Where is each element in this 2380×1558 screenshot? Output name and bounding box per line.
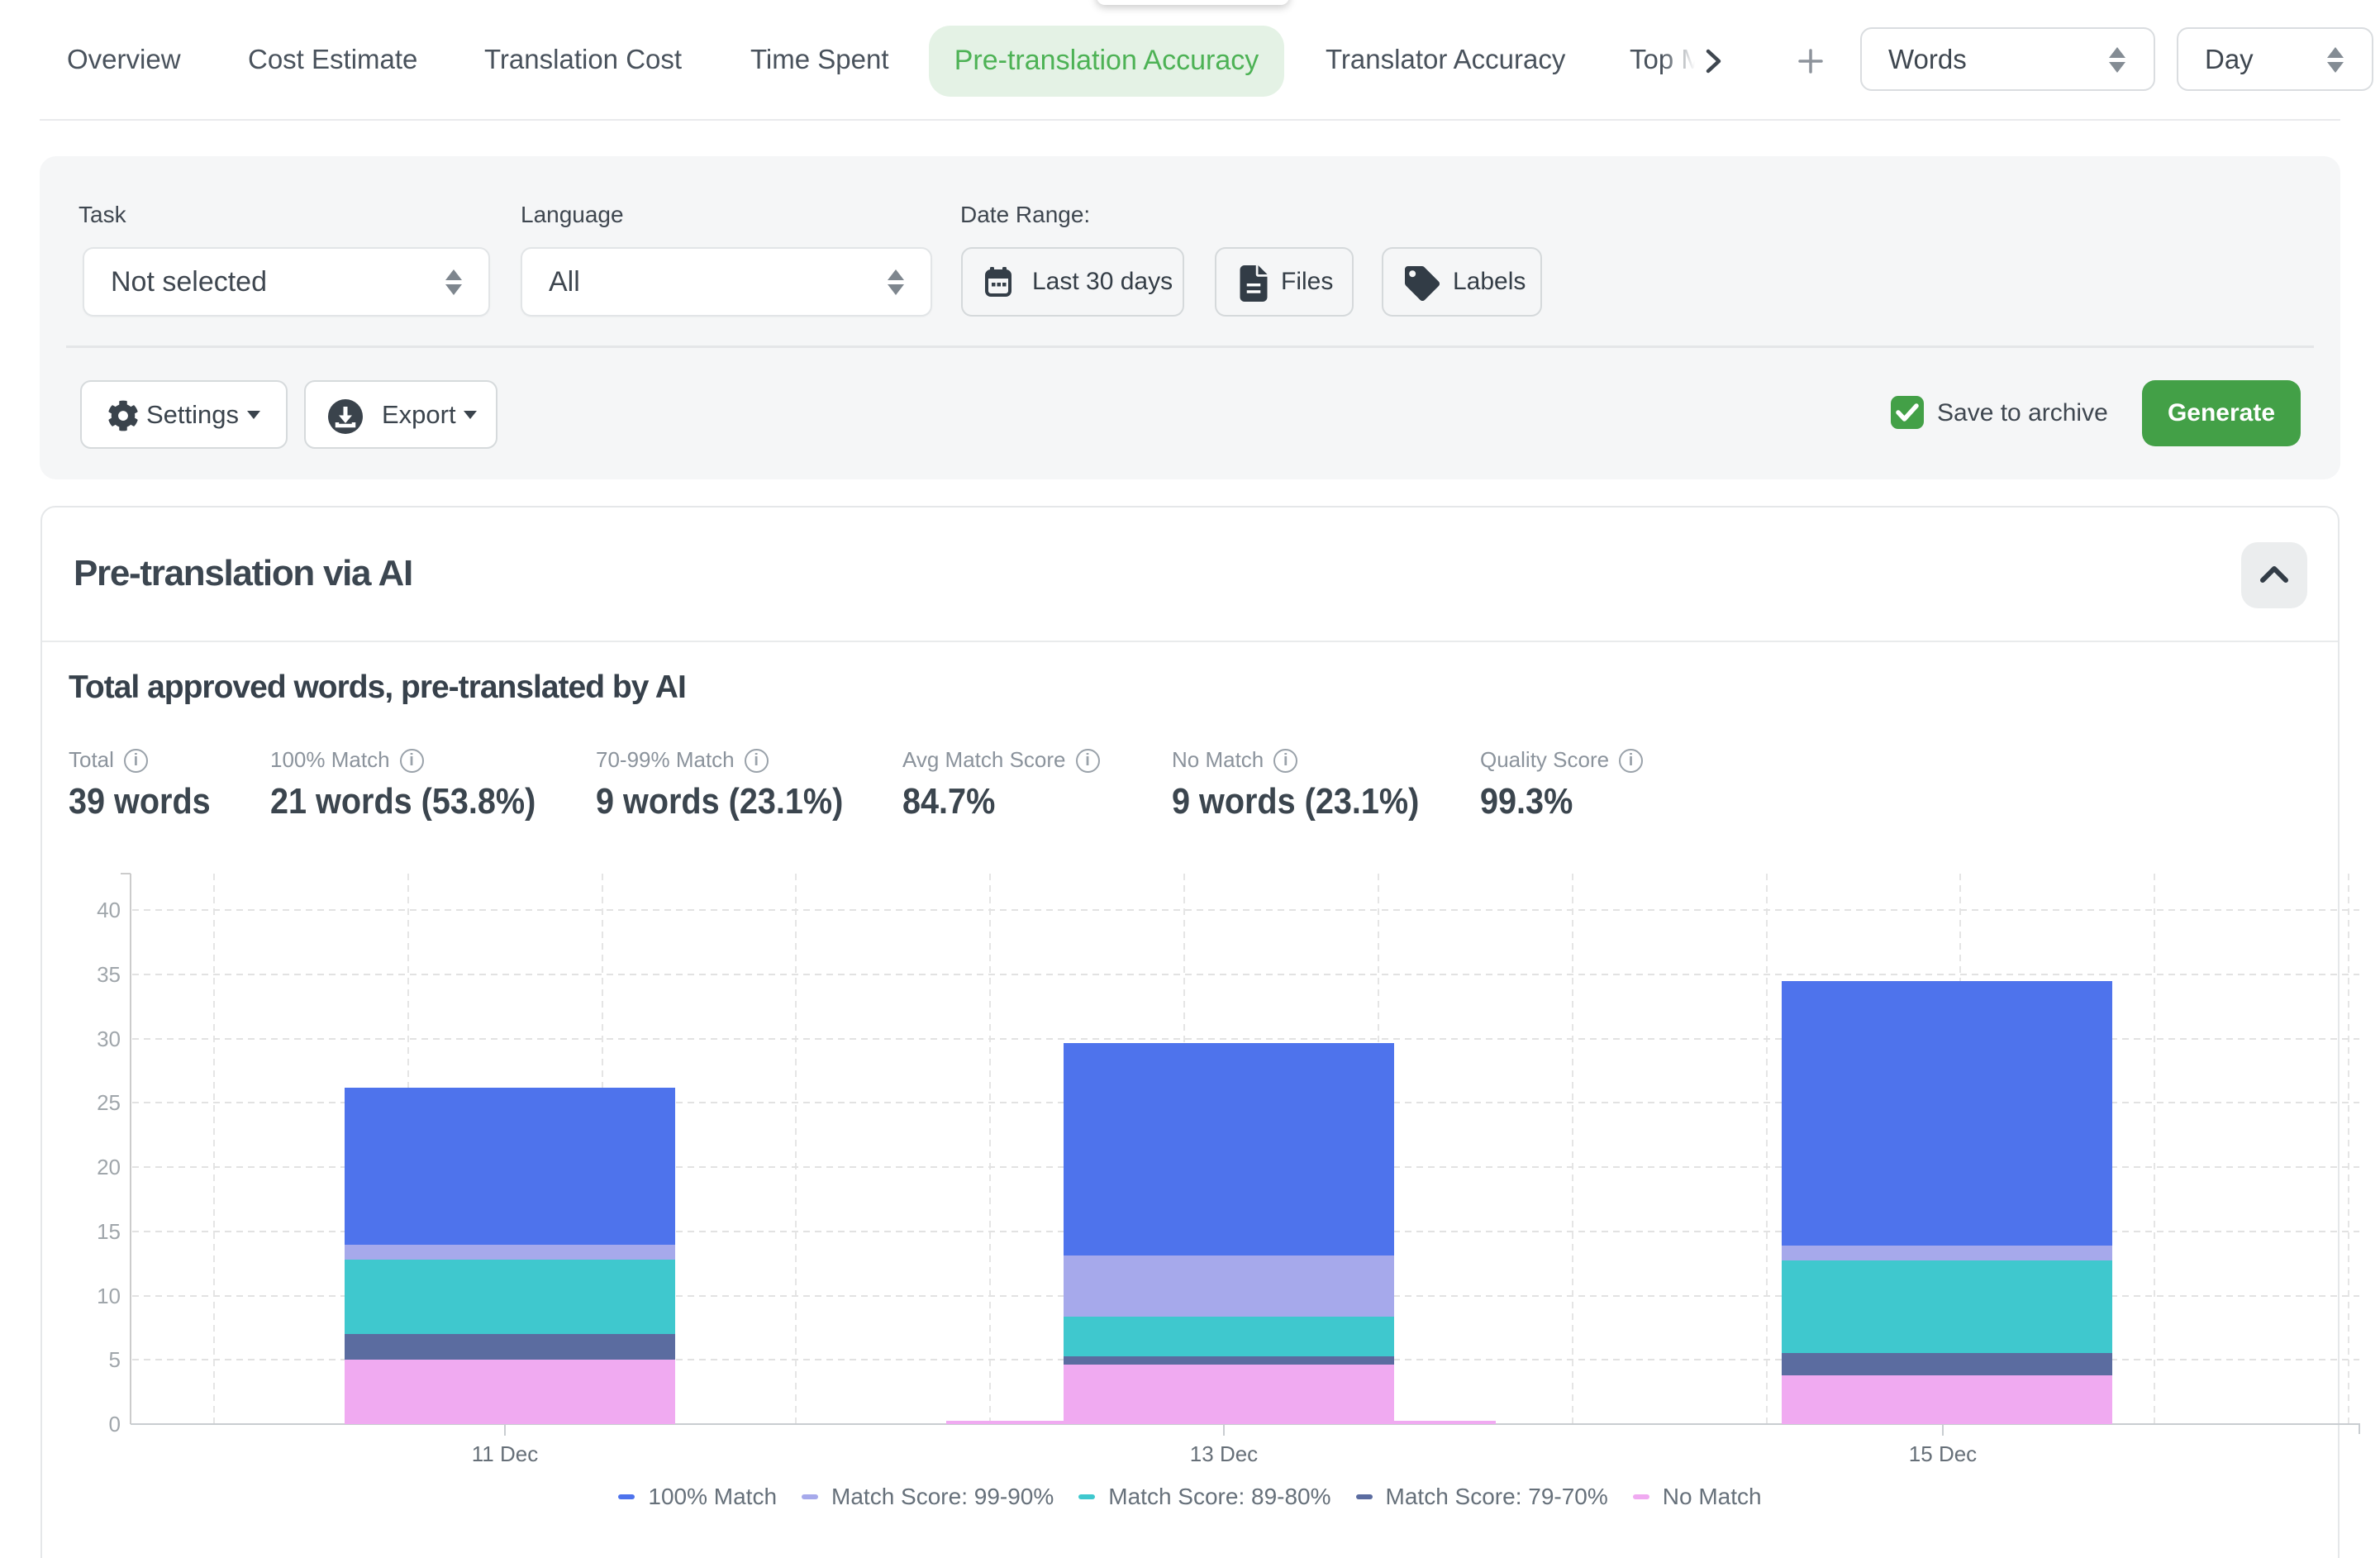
svg-text:0: 0: [109, 1412, 121, 1437]
svg-text:13 Dec: 13 Dec: [1190, 1441, 1258, 1466]
svg-text:15 Dec: 15 Dec: [1909, 1441, 1977, 1466]
svg-text:15: 15: [97, 1219, 121, 1244]
svg-text:10: 10: [97, 1284, 121, 1308]
svg-text:30: 30: [97, 1027, 121, 1051]
svg-text:35: 35: [97, 962, 121, 987]
svg-text:20: 20: [97, 1155, 121, 1179]
svg-text:11 Dec: 11 Dec: [472, 1441, 538, 1466]
svg-text:5: 5: [109, 1347, 121, 1372]
svg-text:25: 25: [97, 1090, 121, 1115]
svg-text:40: 40: [97, 898, 121, 922]
